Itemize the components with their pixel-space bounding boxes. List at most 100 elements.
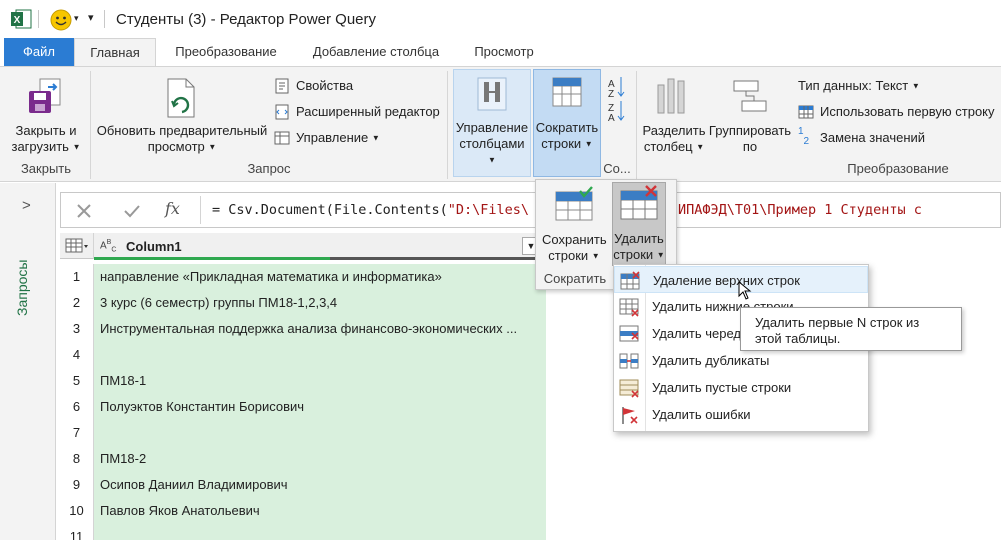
column-header[interactable]: Column1 bbox=[126, 239, 182, 254]
queries-pane: > bbox=[0, 183, 56, 540]
manage-columns-button[interactable]: Управление столбцами ▼ bbox=[453, 69, 531, 177]
group-label-query: Запрос bbox=[247, 161, 291, 176]
formula-text[interactable]: = Csv.Document(File.Contents("D:\Files\ bbox=[212, 202, 529, 218]
tab-transform[interactable]: Преобразование bbox=[164, 38, 288, 66]
table-cell[interactable] bbox=[94, 524, 546, 540]
refresh-preview-button[interactable]: Обновить предварительный просмотр ▼ bbox=[94, 71, 270, 157]
chevron-down-icon: ▼ bbox=[911, 81, 920, 91]
menu-item-label: Удалить пустые строки bbox=[652, 380, 792, 395]
table-icon bbox=[65, 238, 88, 253]
data-type-dropdown[interactable]: Тип данных: Текст ▼ bbox=[798, 78, 920, 95]
chevron-down-icon: ▼ bbox=[488, 155, 496, 165]
reduce-rows-button[interactable]: Сократить строки ▼ bbox=[533, 69, 601, 177]
table-row: 8 ПМ18-2 bbox=[60, 446, 546, 472]
group-by-label-2: по bbox=[742, 139, 758, 154]
row-number: 2 bbox=[60, 290, 94, 316]
quick-access-customize-icon[interactable]: ▾ bbox=[88, 11, 94, 24]
table-row: 9 Осипов Даниил Владимирович bbox=[60, 472, 546, 498]
table-cell[interactable]: ПМ18-1 bbox=[94, 368, 546, 394]
reduce-rows-label-2: строки bbox=[541, 136, 582, 151]
remove-rows-label-1: Удалить bbox=[614, 231, 664, 246]
confirm-formula-icon[interactable] bbox=[123, 202, 141, 220]
text-type-icon[interactable]: ABC bbox=[100, 239, 116, 253]
row-number: 9 bbox=[60, 472, 94, 498]
remove-duplicates-icon bbox=[619, 353, 639, 369]
table-row: 10 Павлов Яков Анатольевич bbox=[60, 498, 546, 524]
remove-bottom-rows-icon bbox=[619, 298, 639, 317]
svg-text:A: A bbox=[608, 113, 615, 121]
tab-file[interactable]: Файл bbox=[4, 38, 74, 66]
table-menu-button[interactable] bbox=[60, 233, 94, 259]
tab-home[interactable]: Главная bbox=[74, 38, 156, 66]
table-row: 23 курс (6 семестр) группы ПМ18-1,2,3,4 bbox=[60, 290, 546, 316]
cancel-formula-icon[interactable] bbox=[75, 202, 93, 220]
grid-header: ABC Column1 ▼ bbox=[60, 233, 546, 260]
manage-columns-label-1: Управление bbox=[455, 120, 529, 135]
row-number: 5 bbox=[60, 368, 94, 394]
refresh-icon bbox=[167, 78, 195, 118]
table-cell[interactable]: ПМ18-2 bbox=[94, 446, 546, 472]
row-number: 7 bbox=[60, 420, 94, 446]
ribbon: Закрыть и загрузить ▼ Закрыть Обновить п… bbox=[0, 66, 1001, 182]
table-cell[interactable]: 3 курс (6 семестр) группы ПМ18-1,2,3,4 bbox=[94, 290, 546, 316]
menu-item-remove-duplicates[interactable]: Удалить дубликаты bbox=[614, 347, 868, 374]
menu-item-remove-errors[interactable]: Удалить ошибки bbox=[614, 401, 868, 428]
reduce-rows-icon bbox=[552, 77, 582, 107]
table-cell[interactable]: Полуэктов Константин Борисович bbox=[94, 394, 546, 420]
tab-view[interactable]: Просмотр bbox=[462, 38, 546, 66]
keep-rows-button[interactable]: Сохранить строки ▼ bbox=[542, 184, 607, 266]
use-first-row-icon bbox=[798, 105, 814, 119]
tab-add-column[interactable]: Добавление столбца bbox=[300, 38, 452, 66]
table-cell[interactable]: Осипов Даниил Владимирович bbox=[94, 472, 546, 498]
replace-values-icon: 1 2 bbox=[798, 126, 810, 147]
use-first-row-label: Использовать первую строку bbox=[820, 104, 995, 119]
advanced-editor-icon bbox=[275, 104, 289, 120]
remove-blank-rows-icon bbox=[619, 379, 639, 398]
chevron-down-icon: ▼ bbox=[584, 139, 593, 149]
menu-item-remove-blank-rows[interactable]: Удалить пустые строки bbox=[614, 374, 868, 401]
group-by-button[interactable]: Группировать по bbox=[708, 71, 792, 157]
group-by-icon bbox=[733, 80, 767, 112]
column-quality-bar-empty bbox=[330, 257, 546, 260]
table-cell[interactable]: Инструментальная поддержка анализа финан… bbox=[94, 316, 546, 342]
table-row: 1 направление «Прикладная математика и ин… bbox=[60, 264, 546, 290]
properties-label: Свойства bbox=[296, 78, 354, 93]
mouse-cursor-icon bbox=[738, 281, 752, 300]
table-row: 11 bbox=[60, 524, 546, 540]
remove-rows-label-2: строки bbox=[613, 247, 654, 262]
manage-label: Управление bbox=[296, 130, 369, 145]
excel-icon: X bbox=[11, 9, 32, 29]
remove-top-rows-icon bbox=[620, 271, 640, 290]
chevron-down-icon: ▼ bbox=[72, 142, 81, 152]
chevron-down-icon: ▼ bbox=[208, 142, 217, 152]
sort-icons[interactable]: A Z Z A bbox=[606, 75, 628, 121]
fx-icon[interactable]: fx bbox=[165, 199, 180, 218]
row-number: 11 bbox=[60, 524, 94, 540]
formula-prefix: = Csv.Document(File.Contents("D:\Files\ bbox=[212, 202, 529, 218]
remove-rows-button[interactable]: Удалить строки ▼ bbox=[612, 182, 666, 266]
table-cell[interactable]: направление «Прикладная математика и инф… bbox=[94, 264, 546, 290]
chevron-down-icon: ▼ bbox=[656, 250, 665, 260]
refresh-label-2: просмотр bbox=[147, 139, 205, 154]
svg-text:Z: Z bbox=[608, 89, 614, 100]
advanced-editor-label: Расширенный редактор bbox=[296, 104, 440, 119]
manage-icon bbox=[274, 131, 290, 145]
table-cell[interactable] bbox=[94, 420, 546, 446]
svg-text:X: X bbox=[14, 15, 21, 26]
remove-errors-icon bbox=[622, 407, 638, 424]
close-and-load-button[interactable]: Закрыть и загрузить ▼ bbox=[10, 71, 82, 157]
menu-item-label: Удаление верхних строк bbox=[653, 273, 800, 288]
menu-item-label: Удалить дубликаты bbox=[652, 353, 770, 368]
window-title: Студенты (3) - Редактор Power Query bbox=[116, 11, 377, 28]
smiley-dropdown-icon[interactable]: ▾ bbox=[74, 13, 79, 24]
table-cell[interactable]: Павлов Яков Анатольевич bbox=[94, 498, 546, 524]
replace-values-label: Замена значений bbox=[820, 130, 926, 145]
table-cell[interactable] bbox=[94, 342, 546, 368]
row-number: 3 bbox=[60, 316, 94, 342]
queries-pane-label[interactable]: Запросы bbox=[14, 260, 30, 316]
smiley-feedback-icon[interactable] bbox=[50, 9, 72, 31]
expand-queries-icon[interactable]: > bbox=[22, 197, 31, 214]
table-row: 4 bbox=[60, 342, 546, 368]
remove-alternate-rows-icon bbox=[619, 325, 639, 342]
split-column-button[interactable]: Разделить столбец ▼ bbox=[640, 71, 708, 157]
